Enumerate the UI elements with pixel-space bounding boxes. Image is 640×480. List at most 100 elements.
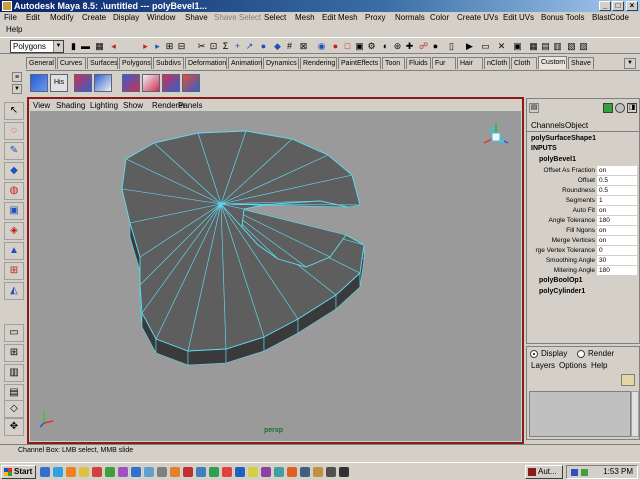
save-scene-icon[interactable]: ▦ bbox=[94, 41, 105, 52]
layer-list[interactable] bbox=[529, 391, 631, 437]
layout-hypershade-icon[interactable]: ◇ bbox=[4, 400, 24, 418]
menu-edit-uvs[interactable]: Edit UVs bbox=[503, 12, 534, 24]
quick-launch-icon[interactable] bbox=[222, 467, 232, 477]
shape-node-name[interactable]: polySurfaceShape1 bbox=[531, 134, 596, 144]
quick-launch-icon[interactable] bbox=[196, 467, 206, 477]
maya-app-icon[interactable] bbox=[2, 1, 12, 11]
menu-normals[interactable]: Normals bbox=[395, 12, 425, 24]
soft-mod-icon[interactable]: ▲ bbox=[4, 242, 24, 260]
channel-attr-label[interactable]: Merge Vertices bbox=[529, 236, 595, 245]
show-misc-icon[interactable]: ▧ bbox=[566, 41, 577, 52]
quick-launch-icon[interactable] bbox=[313, 467, 323, 477]
bevel-tool-icon[interactable] bbox=[74, 74, 92, 92]
tray-network-icon[interactable] bbox=[571, 469, 578, 476]
quick-launch-icon[interactable] bbox=[157, 467, 167, 477]
shelf-tab-polygons[interactable]: Polygons bbox=[119, 57, 152, 69]
channel-attr-label[interactable]: Auto Fit bbox=[529, 206, 595, 215]
quick-launch-icon[interactable] bbox=[248, 467, 258, 477]
combine-tool-icon[interactable] bbox=[162, 74, 180, 92]
boolean-tool-icon[interactable] bbox=[182, 74, 200, 92]
show-hypershade-icon[interactable]: ◉ bbox=[316, 41, 327, 52]
quick-launch-icon[interactable] bbox=[79, 467, 89, 477]
view-cube-icon[interactable] bbox=[483, 123, 509, 144]
show-locator-icon[interactable]: ▨ bbox=[578, 41, 589, 52]
channel-box-menu-channels[interactable]: Channels bbox=[531, 120, 565, 131]
channel-box-menu-object[interactable]: Object bbox=[565, 120, 588, 131]
shelf-tab-animation[interactable]: Animation bbox=[228, 57, 262, 69]
quick-launch-icon[interactable] bbox=[183, 467, 193, 477]
show-joint-icon[interactable]: ✕ bbox=[496, 41, 507, 52]
last-tool-icon[interactable]: ◭ bbox=[4, 282, 24, 300]
shelf-tab-hair[interactable]: Hair bbox=[457, 57, 483, 69]
quick-launch-icon[interactable] bbox=[339, 467, 349, 477]
layer-scrollbar[interactable] bbox=[631, 391, 639, 437]
panel-menu-lighting[interactable]: Lighting bbox=[90, 100, 118, 111]
layout-custom-icon[interactable]: ✥ bbox=[4, 418, 24, 436]
input-node-3[interactable]: polyCylinder1 bbox=[539, 287, 585, 297]
quick-launch-icon[interactable] bbox=[274, 467, 284, 477]
channel-attr-label[interactable]: Roundness bbox=[529, 186, 595, 195]
menu-window[interactable]: Window bbox=[147, 12, 175, 24]
select-object-icon[interactable]: ▸ bbox=[140, 41, 151, 52]
shelf-tab-shave[interactable]: Shave bbox=[568, 57, 594, 69]
panel-menu-view[interactable]: View bbox=[33, 100, 50, 111]
quick-launch-icon[interactable] bbox=[66, 467, 76, 477]
shelf-tab-surfaces[interactable]: Surfaces bbox=[87, 57, 118, 69]
menu-create-uvs[interactable]: Create UVs bbox=[457, 12, 498, 24]
show-graph-icon[interactable]: □ bbox=[342, 41, 353, 52]
history-toggle-icon[interactable]: His bbox=[50, 74, 68, 92]
quick-launch-icon[interactable] bbox=[300, 467, 310, 477]
shelf-tab-toon[interactable]: Toon bbox=[382, 57, 405, 69]
show-light-icon[interactable]: ▭ bbox=[480, 41, 491, 52]
shelf-tab-cloth[interactable]: Cloth bbox=[511, 57, 537, 69]
channel-attr-value[interactable]: 180 bbox=[597, 266, 637, 275]
menu-edit[interactable]: Edit bbox=[26, 12, 40, 24]
snap-surface-icon[interactable]: ⊡ bbox=[208, 41, 219, 52]
channel-attr-value[interactable]: on bbox=[597, 166, 637, 175]
channel-attr-value[interactable]: on bbox=[597, 226, 637, 235]
show-nurbs-icon[interactable]: ☍ bbox=[418, 41, 429, 52]
bevel-node-name[interactable]: polyBevel1 bbox=[539, 155, 576, 165]
quick-launch-icon[interactable] bbox=[118, 467, 128, 477]
quick-launch-icon[interactable] bbox=[92, 467, 102, 477]
shelf-tabs-icon[interactable]: ≡ bbox=[12, 72, 22, 82]
rotate-tool-icon[interactable]: ◍ bbox=[4, 182, 24, 200]
snap-plane-icon[interactable]: Σ bbox=[220, 41, 231, 52]
render-frame-icon[interactable]: ◆ bbox=[272, 41, 283, 52]
show-subd-icon[interactable]: ▯ bbox=[446, 41, 457, 52]
new-layer-icon[interactable] bbox=[621, 374, 635, 386]
quick-launch-icon[interactable] bbox=[326, 467, 336, 477]
show-manip-icon[interactable]: ⊞ bbox=[4, 262, 24, 280]
menu-modify[interactable]: Modify bbox=[50, 12, 74, 24]
show-poly-icon[interactable]: ● bbox=[430, 41, 441, 52]
beveled-crescent-mesh[interactable] bbox=[121, 130, 365, 366]
panel-menu-show[interactable]: Show bbox=[123, 100, 143, 111]
menu-color[interactable]: Color bbox=[430, 12, 449, 24]
menu-bonus-tools[interactable]: Bonus Tools bbox=[541, 12, 584, 24]
menu-display[interactable]: Display bbox=[113, 12, 139, 24]
show-cam-icon[interactable]: ▶ bbox=[464, 41, 475, 52]
menu-create[interactable]: Create bbox=[82, 12, 106, 24]
minimize-button[interactable]: _ bbox=[599, 1, 611, 11]
shelf-scroll-icon[interactable]: ▼ bbox=[624, 58, 636, 69]
menu-mesh[interactable]: Mesh bbox=[295, 12, 315, 24]
scale-tool-icon[interactable]: ▣ bbox=[4, 202, 24, 220]
channel-box-toggle-icon[interactable]: ▤ bbox=[529, 103, 539, 113]
layer-menu-help[interactable]: Help bbox=[591, 360, 607, 371]
quick-launch-icon[interactable] bbox=[209, 467, 219, 477]
menu-select[interactable]: Select bbox=[264, 12, 286, 24]
menu-shave[interactable]: Shave bbox=[185, 12, 208, 24]
shelf-tab-fur[interactable]: Fur bbox=[432, 57, 456, 69]
start-button[interactable]: Start bbox=[1, 465, 36, 479]
show-channel-icon[interactable]: ◐ bbox=[380, 41, 391, 52]
show-render-icon[interactable]: ▥ bbox=[552, 41, 563, 52]
channel-attr-label[interactable]: Angle Tolerance bbox=[529, 216, 596, 225]
panel-menu-shading[interactable]: Shading bbox=[56, 100, 85, 111]
quick-launch-icon[interactable] bbox=[144, 467, 154, 477]
quick-launch-icon[interactable] bbox=[170, 467, 180, 477]
viewport-3d[interactable]: persp bbox=[30, 111, 521, 441]
lasso-tool-icon[interactable]: ◌ bbox=[4, 122, 24, 140]
menu-set-selector[interactable]: Polygons ▼ bbox=[10, 40, 64, 53]
merge-tool-icon[interactable] bbox=[142, 74, 160, 92]
channel-attr-label[interactable]: Smoothing Angle bbox=[529, 256, 595, 265]
